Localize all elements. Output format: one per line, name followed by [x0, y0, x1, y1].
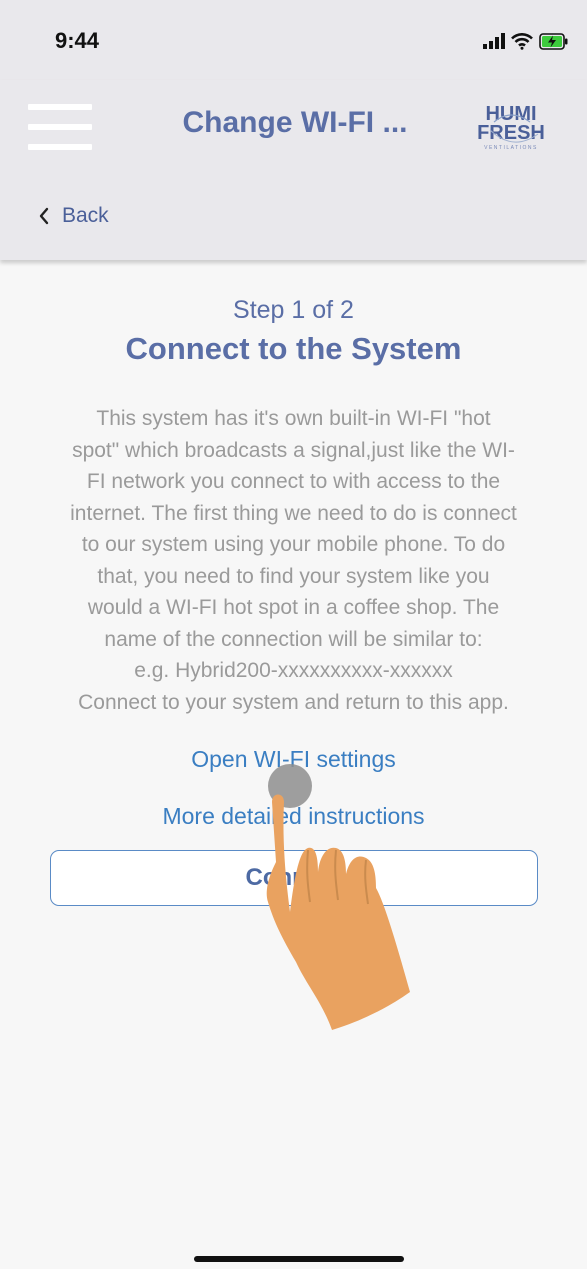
page-title: Change WI-FI ...: [182, 106, 408, 139]
instructions-line: Connect to your system and return to thi…: [78, 690, 509, 714]
back-button[interactable]: Back: [38, 204, 109, 228]
connect-button-label: Connect: [245, 864, 342, 891]
home-indicator[interactable]: [194, 1256, 404, 1262]
open-wifi-settings-link[interactable]: Open WI-FI settings: [0, 746, 587, 773]
humifresh-logo: HUMI FRESH VENTILATIONS: [477, 103, 545, 151]
more-instructions-link[interactable]: More detailed instructions: [0, 803, 587, 830]
instructions-line: This system has it's own built-in WI-FI …: [96, 407, 491, 430]
hamburger-menu-icon[interactable]: [28, 104, 92, 150]
status-time: 9:44: [55, 28, 100, 53]
status-icons: [483, 30, 569, 52]
section-heading: Connect to the System: [125, 331, 462, 366]
main-content: Step 1 of 2 Connect to the System This s…: [0, 260, 587, 906]
logo-line2: FRESH: [477, 122, 545, 144]
logo-tagline: VENTILATIONS: [484, 145, 538, 151]
header: Change WI-FI ... HUMI FRESH VENTILATIONS…: [0, 80, 587, 260]
chevron-left-icon: [39, 207, 49, 225]
connect-button[interactable]: Connect: [49, 850, 538, 906]
instructions-text: This system has it's own built-in WI-FI …: [24, 403, 564, 718]
instructions-line: name of the connection will be similar t…: [104, 627, 483, 651]
cellular-signal-icon: [483, 33, 505, 49]
instructions-line: would a WI-FI hot spot in a coffee shop.…: [87, 596, 500, 619]
instructions-line: e.g. Hybrid200-xxxxxxxxxx-xxxxxx: [134, 659, 453, 682]
instructions-line: spot" which broadcasts a signal,just lik…: [72, 438, 515, 462]
instructions-line: that, you need to find your system like …: [97, 564, 490, 588]
wifi-icon: [511, 32, 533, 50]
instructions-line: internet. The first thing we need to do …: [70, 501, 517, 525]
status-bar: 9:44: [0, 0, 587, 80]
battery-charging-icon: [539, 32, 568, 50]
instructions-line: FI network you connect to with access to…: [86, 470, 501, 493]
instructions-line: to our system using your mobile phone. T…: [81, 533, 506, 556]
back-label: Back: [62, 204, 109, 227]
step-indicator: Step 1 of 2: [233, 296, 354, 324]
